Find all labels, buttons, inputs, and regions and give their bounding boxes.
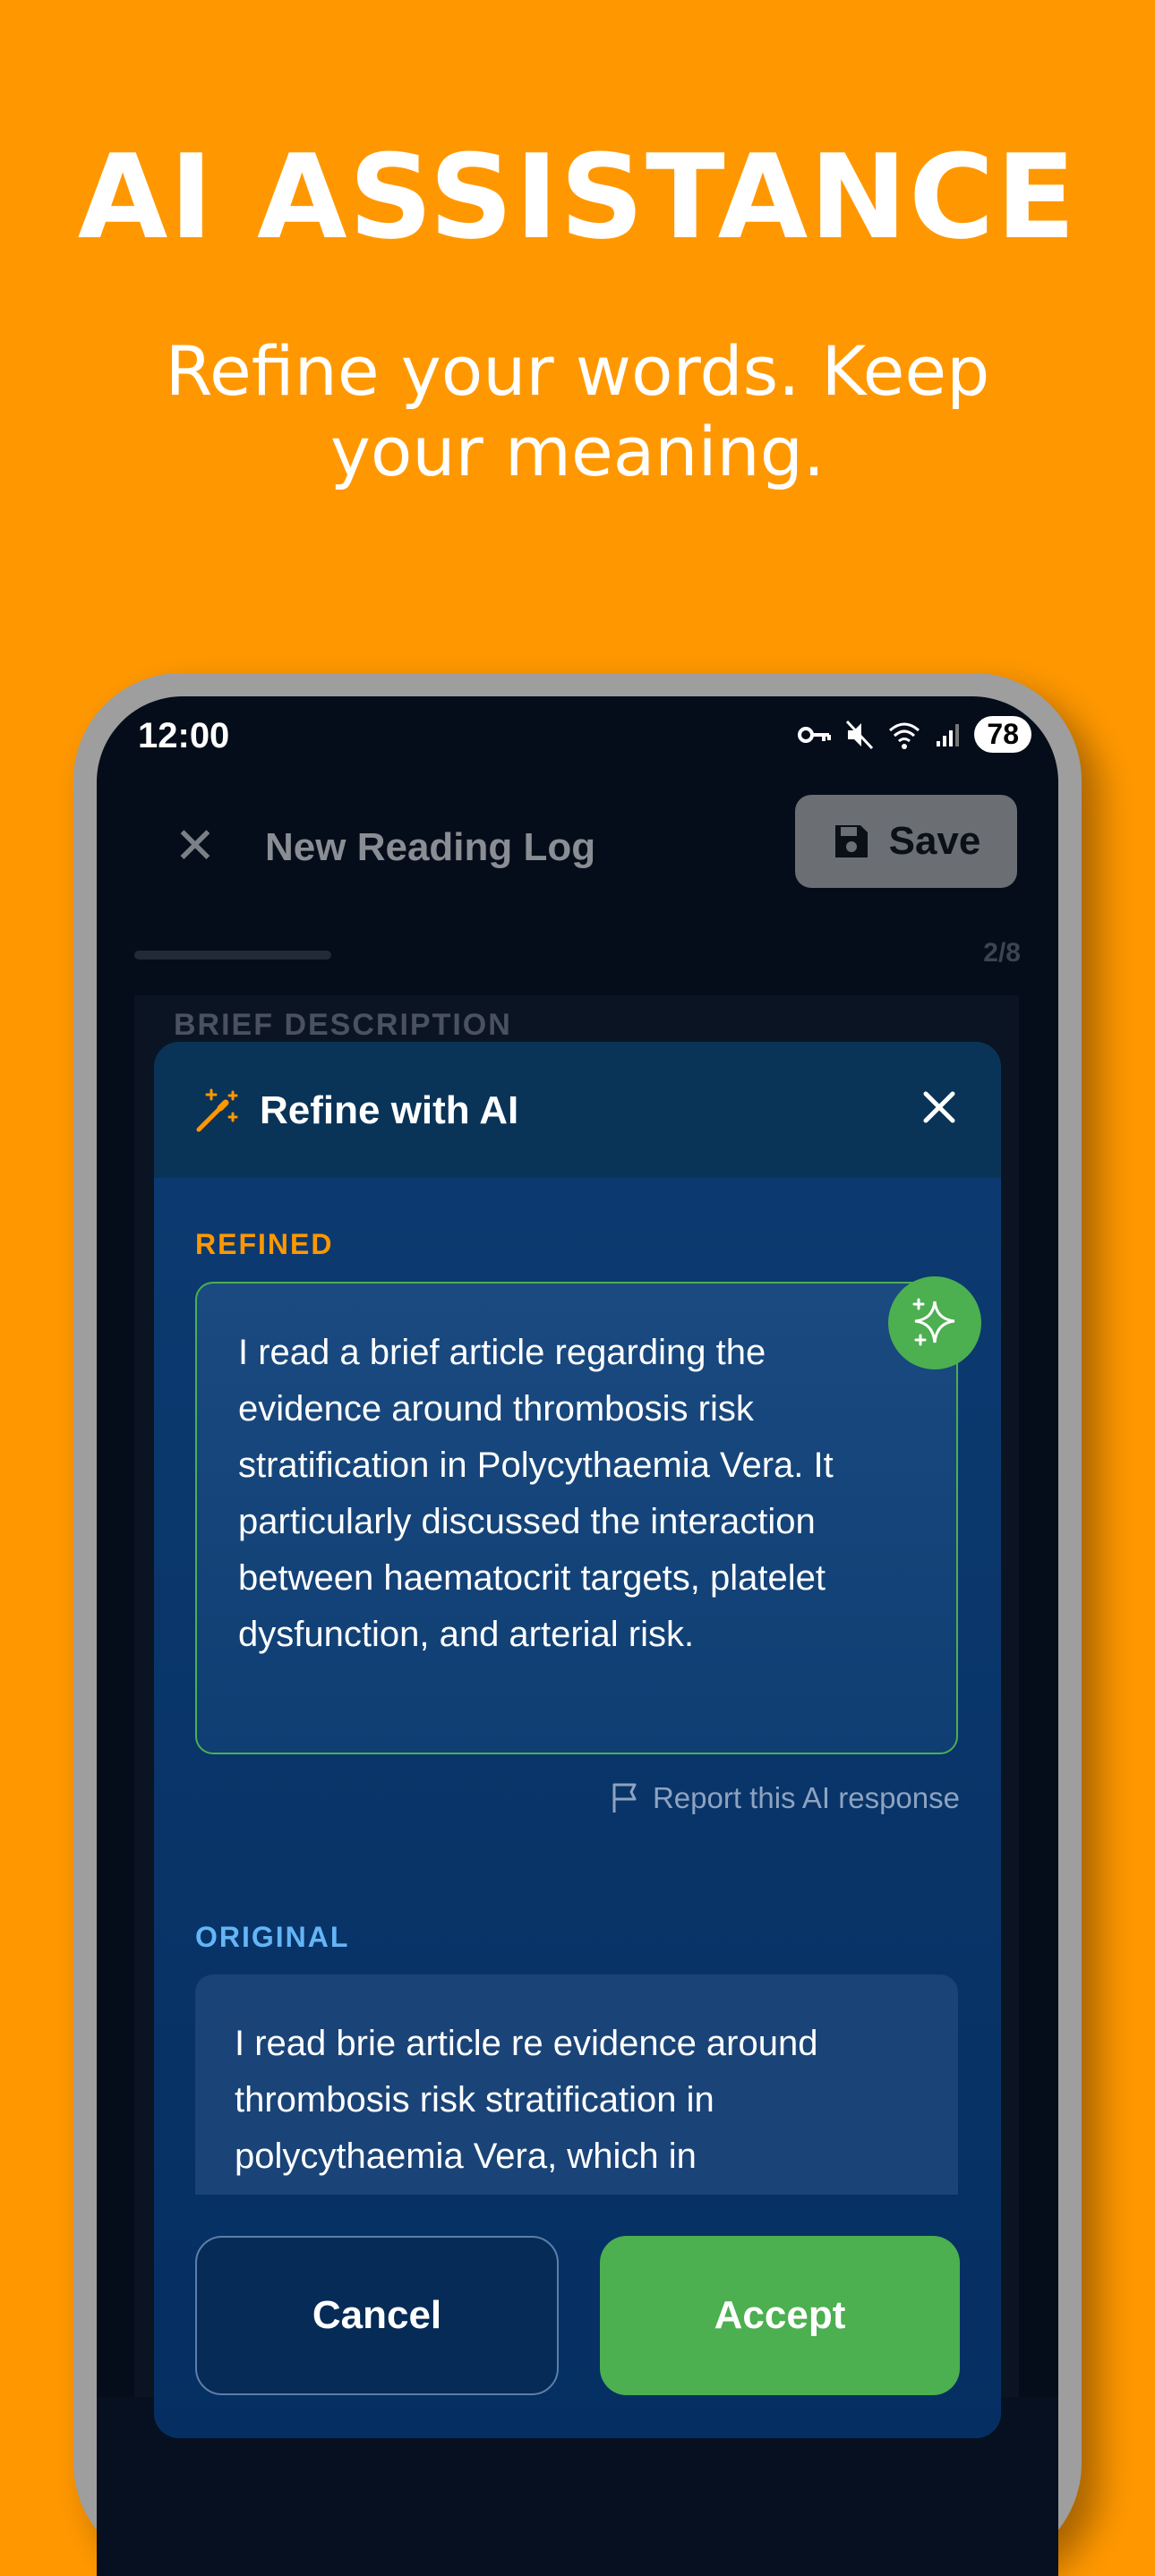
- report-ai-response-link[interactable]: Report this AI response: [610, 1781, 960, 1815]
- close-icon[interactable]: ✕: [168, 820, 222, 874]
- status-icons: 78: [797, 716, 1031, 753]
- refined-text-box: I read a brief article regarding the evi…: [195, 1282, 958, 1754]
- original-text-box: I read brie article re evidence around t…: [195, 1975, 958, 2195]
- battery-indicator: 78: [974, 716, 1031, 753]
- mute-icon: [846, 720, 874, 749]
- report-label: Report this AI response: [652, 1781, 960, 1814]
- floppy-disk-icon: [834, 825, 868, 857]
- app-bar: ✕ New Reading Log Save: [97, 795, 1058, 902]
- key-icon: [798, 726, 832, 743]
- status-bar: 12:00 78: [97, 696, 1058, 777]
- sparkle-icon: [912, 1298, 955, 1346]
- accept-button[interactable]: Accept: [600, 2236, 960, 2395]
- flag-icon: [612, 1783, 637, 1813]
- progress-bar: [134, 951, 331, 960]
- refined-text: I read a brief article regarding the evi…: [238, 1333, 834, 1654]
- signal-icon: [937, 723, 960, 746]
- progress-text: 2/8: [983, 938, 1021, 968]
- sparkle-badge: [888, 1276, 981, 1369]
- refined-label: REFINED: [195, 1228, 334, 1260]
- wifi-icon: [889, 722, 920, 749]
- close-dialog-icon[interactable]: [917, 1085, 962, 1130]
- original-text: I read brie article re evidence around t…: [235, 2024, 818, 2176]
- original-label: ORIGINAL: [195, 1921, 350, 1953]
- cancel-button[interactable]: Cancel: [195, 2236, 559, 2395]
- hero-subtitle: Refine your words. Keep your meaning.: [165, 331, 990, 491]
- save-button[interactable]: Save: [795, 795, 1017, 888]
- hero-title: AI ASSISTANCE: [77, 129, 1078, 265]
- refine-ai-dialog: Refine with AI REFINED I read a brief ar…: [154, 1042, 1001, 2438]
- magic-wand-icon: [196, 1088, 238, 1132]
- save-button-label: Save: [888, 819, 981, 863]
- dialog-title: Refine with AI: [260, 1088, 519, 1132]
- status-time: 12:00: [138, 716, 230, 755]
- page-title: New Reading Log: [265, 825, 596, 869]
- section-label: BRIEF DESCRIPTION: [174, 1008, 512, 1042]
